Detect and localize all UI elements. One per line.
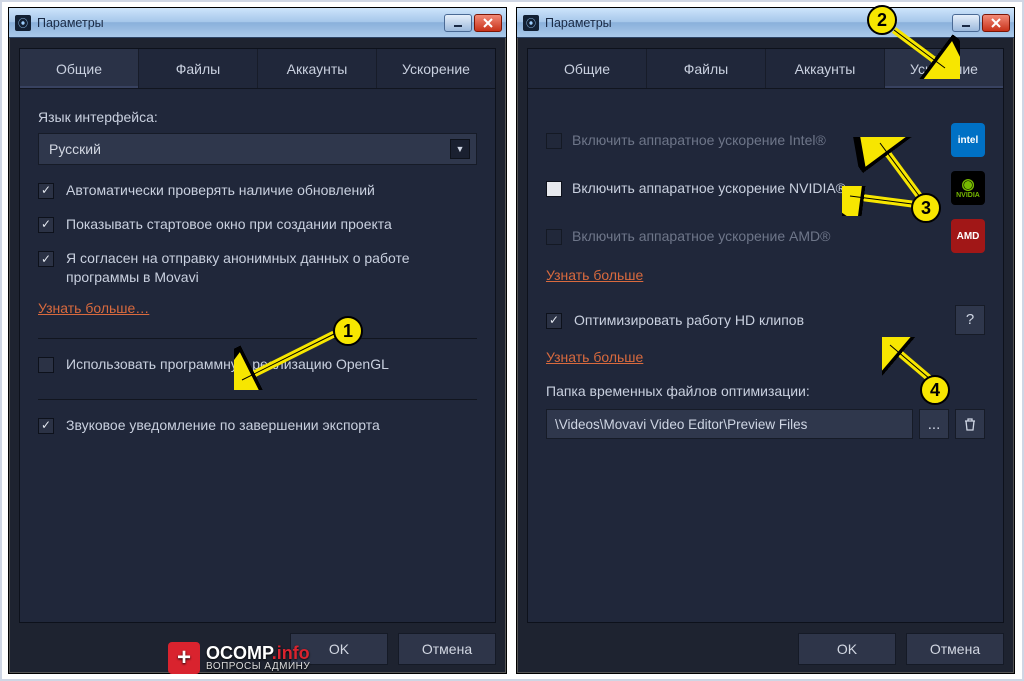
app-icon: ⦿ xyxy=(15,15,31,31)
titlebar[interactable]: ⦿ Параметры xyxy=(517,8,1014,38)
tab-accounts[interactable]: Аккаунты xyxy=(258,49,377,88)
annotation-marker-1: 1 xyxy=(333,316,363,346)
watermark-brand: OCOMP xyxy=(206,643,272,663)
close-button[interactable] xyxy=(982,14,1010,32)
help-button[interactable]: ? xyxy=(955,305,985,335)
watermark-sub: ВОПРОСЫ АДМИНУ xyxy=(206,662,310,672)
intel-logo-icon: intel xyxy=(951,123,985,157)
panel-accel: Включить аппаратное ускорение Intel® int… xyxy=(546,109,985,612)
cancel-button[interactable]: Отмена xyxy=(398,633,496,665)
watermark-tld: .info xyxy=(272,643,310,663)
label-auto-updates: Автоматически проверять наличие обновлен… xyxy=(66,181,375,199)
tabs: Общие Файлы Аккаунты Ускорение xyxy=(20,49,495,89)
label-nvidia: Включить аппаратное ускорение NVIDIA® xyxy=(572,179,941,197)
watermark: + OCOMP.info ВОПРОСЫ АДМИНУ xyxy=(168,642,310,674)
language-select[interactable]: Русский ▼ xyxy=(38,133,477,165)
window-title: Параметры xyxy=(545,16,612,30)
app-icon: ⦿ xyxy=(523,15,539,31)
checkbox-sound-notify[interactable] xyxy=(38,418,54,434)
minimize-button[interactable] xyxy=(444,14,472,32)
annotation-marker-2: 2 xyxy=(867,5,897,35)
window-body: Общие Файлы Аккаунты Ускорение Язык инте… xyxy=(19,48,496,623)
dialog-buttons: OK Отмена xyxy=(798,633,1004,665)
temp-folder-path[interactable]: \Videos\Movavi Video Editor\Preview File… xyxy=(546,409,913,439)
checkbox-auto-updates[interactable] xyxy=(38,183,54,199)
divider xyxy=(38,338,477,339)
checkbox-intel xyxy=(546,133,562,149)
annotation-marker-3: 3 xyxy=(911,193,941,223)
chevron-down-icon: ▼ xyxy=(450,139,470,159)
close-button[interactable] xyxy=(474,14,502,32)
ok-button[interactable]: OK xyxy=(798,633,896,665)
tab-accel[interactable]: Ускорение xyxy=(377,49,495,88)
label-sound-notify: Звуковое уведомление по завершении экспо… xyxy=(66,416,380,434)
checkbox-hd-optimize[interactable] xyxy=(546,313,562,329)
settings-window-accel: ⦿ Параметры Общие Файлы Аккаунты Ускорен… xyxy=(516,7,1015,674)
label-start-window: Показывать стартовое окно при создании п… xyxy=(66,215,392,233)
settings-window-general: ⦿ Параметры Общие Файлы Аккаунты Ускорен… xyxy=(8,7,507,674)
annotation-marker-4: 4 xyxy=(920,375,950,405)
tab-files[interactable]: Файлы xyxy=(139,49,258,88)
learn-more-link[interactable]: Узнать больше… xyxy=(38,300,149,316)
label-intel: Включить аппаратное ускорение Intel® xyxy=(572,131,941,149)
label-hd-optimize: Оптимизировать работу HD клипов xyxy=(574,311,943,329)
language-value: Русский xyxy=(49,141,101,157)
checkbox-anon-data[interactable] xyxy=(38,251,54,267)
window-title: Параметры xyxy=(37,16,104,30)
tab-general[interactable]: Общие xyxy=(528,49,647,88)
titlebar[interactable]: ⦿ Параметры xyxy=(9,8,506,38)
minimize-button[interactable] xyxy=(952,14,980,32)
learn-more-hd-link[interactable]: Узнать больше xyxy=(546,349,643,365)
checkbox-opengl[interactable] xyxy=(38,357,54,373)
tab-files[interactable]: Файлы xyxy=(647,49,766,88)
label-amd: Включить аппаратное ускорение AMD® xyxy=(572,227,941,245)
checkbox-start-window[interactable] xyxy=(38,217,54,233)
tabs: Общие Файлы Аккаунты Ускорение xyxy=(528,49,1003,89)
checkbox-nvidia[interactable] xyxy=(546,181,562,197)
trash-icon xyxy=(963,417,977,431)
label-opengl: Использовать программную реализацию Open… xyxy=(66,355,389,373)
divider xyxy=(38,399,477,400)
browse-button[interactable]: ... xyxy=(919,409,949,439)
dialog-buttons: OK Отмена xyxy=(290,633,496,665)
window-body: Общие Файлы Аккаунты Ускорение Включить … xyxy=(527,48,1004,623)
amd-logo-icon: AMD xyxy=(951,219,985,253)
cancel-button[interactable]: Отмена xyxy=(906,633,1004,665)
checkbox-amd xyxy=(546,229,562,245)
language-label: Язык интерфейса: xyxy=(38,109,477,125)
learn-more-accel-link[interactable]: Узнать больше xyxy=(546,267,643,283)
tab-accounts[interactable]: Аккаунты xyxy=(766,49,885,88)
label-anon-data: Я согласен на отправку анонимных данных … xyxy=(66,249,477,285)
watermark-plus-icon: + xyxy=(168,642,200,674)
tab-accel[interactable]: Ускорение xyxy=(885,49,1003,88)
tab-general[interactable]: Общие xyxy=(20,49,139,88)
nvidia-logo-icon: ◉NVIDIA xyxy=(951,171,985,205)
delete-button[interactable] xyxy=(955,409,985,439)
panel-general: Язык интерфейса: Русский ▼ Автоматически… xyxy=(38,109,477,612)
